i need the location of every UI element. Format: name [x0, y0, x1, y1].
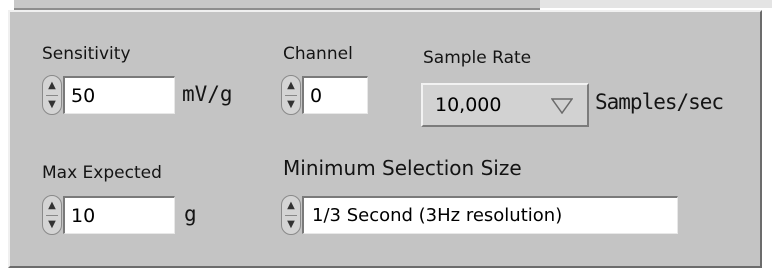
channel-label: Channel — [283, 44, 353, 64]
panel-top-edge — [14, 0, 540, 10]
sample-rate-label: Sample Rate — [423, 48, 532, 68]
increment-icon[interactable]: ▲ — [282, 196, 300, 215]
max-expected-unit: g — [184, 202, 197, 226]
increment-icon[interactable]: ▲ — [282, 76, 300, 95]
decrement-icon[interactable]: ▼ — [282, 215, 300, 234]
panel-top-edge-right — [540, 0, 772, 8]
max-expected-label: Max Expected — [42, 163, 162, 183]
sensitivity-spinner[interactable]: ▲ ▼ — [42, 75, 62, 115]
triangle-down-icon — [551, 98, 573, 114]
max-expected-spinner[interactable]: ▲ ▼ — [42, 195, 62, 235]
min-selection-label: Minimum Selection Size — [283, 156, 522, 180]
decrement-icon[interactable]: ▼ — [43, 215, 61, 234]
decrement-icon[interactable]: ▼ — [282, 95, 300, 114]
sensitivity-input[interactable]: 50 — [63, 76, 175, 114]
increment-icon[interactable]: ▲ — [43, 196, 61, 215]
settings-panel: Sensitivity ▲ ▼ 50 mV/g Channel ▲ ▼ 0 Sa… — [0, 0, 772, 278]
decrement-icon[interactable]: ▼ — [43, 95, 61, 114]
sample-rate-value: 10,000 — [435, 94, 502, 116]
channel-spinner[interactable]: ▲ ▼ — [281, 75, 301, 115]
min-selection-ring[interactable]: 1/3 Second (3Hz resolution) — [302, 196, 678, 234]
channel-input[interactable]: 0 — [302, 76, 368, 114]
sample-rate-dropdown[interactable]: 10,000 — [421, 83, 589, 127]
sample-rate-unit: Samples/sec — [595, 90, 724, 114]
min-selection-spinner[interactable]: ▲ ▼ — [281, 195, 301, 235]
sensitivity-label: Sensitivity — [42, 44, 131, 64]
increment-icon[interactable]: ▲ — [43, 76, 61, 95]
max-expected-input[interactable]: 10 — [63, 196, 175, 234]
sensitivity-unit: mV/g — [182, 82, 233, 106]
